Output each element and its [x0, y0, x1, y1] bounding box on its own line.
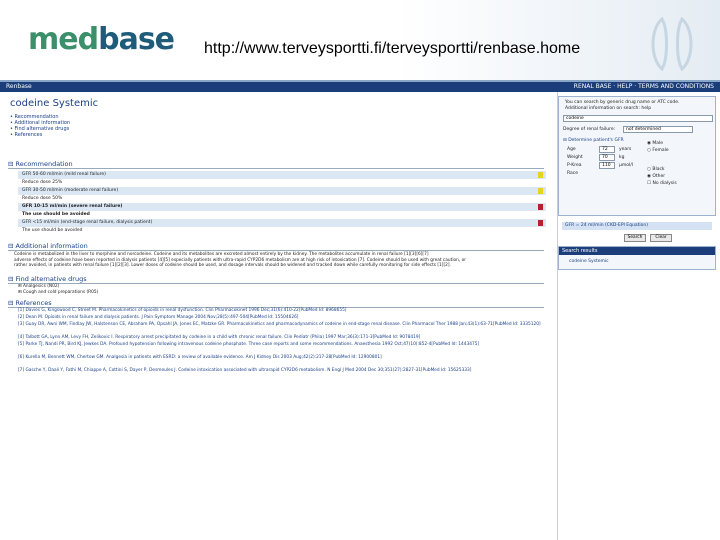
determine-gfr-link[interactable]: ⊟ Determine patient's GFR: [563, 138, 624, 143]
search-results-heading: Search results: [559, 247, 715, 255]
clear-button[interactable]: Clear: [650, 234, 672, 242]
search-results-panel: Search results codeine Systemic: [558, 246, 716, 270]
weight-label: Weight: [567, 155, 583, 160]
search-panel: You can search by generic drug name or A…: [558, 96, 716, 216]
search-intro: You can search by generic drug name or A…: [565, 100, 680, 105]
weight-unit: kg: [619, 155, 625, 160]
page-url: http://www.terveysportti.fi/terveysportt…: [204, 40, 581, 57]
recommendation-row-text: Reduce dose 25%: [22, 180, 63, 185]
age-unit: years: [619, 147, 632, 152]
reference-item: [3] Guay DR, Awni WM, Findlay JW, Halste…: [18, 322, 541, 327]
race-radio-black[interactable]: ○ Black: [647, 167, 665, 172]
recommendation-row-text: GFR 10-15 ml/min (severe renal failure): [22, 204, 123, 209]
recommendation-row: The use should be avoided: [18, 227, 546, 235]
reference-item: [6] Kurella M, Bennett WM, Chertow GM. A…: [18, 355, 382, 360]
recommendation-row: GFR 50-60 ml/min (mild renal failure): [18, 171, 546, 179]
main-content: codeine Systemic • Recommendation • Addi…: [0, 92, 558, 540]
weight-input[interactable]: 70: [599, 154, 615, 161]
app-screenshot: Renbase RENAL BASE · HELP · TERMS AND CO…: [0, 80, 720, 540]
additional-text: Codeine is metabolized in the liver to m…: [14, 252, 467, 268]
recommendation-row: Reduce dose 50%: [18, 195, 546, 203]
race-radio-other[interactable]: ◉ Other: [647, 174, 665, 179]
recommendation-row: GFR 10-15 ml/min (severe renal failure): [18, 203, 546, 211]
race-label: Race: [567, 171, 579, 176]
reference-item: [5] Parke TJ, Nandi PR, Bird KJ, Jewkes …: [18, 342, 480, 347]
creatinine-input[interactable]: 110: [599, 162, 615, 169]
logo-part-base: base: [98, 22, 175, 57]
section-alternatives-heading[interactable]: ⊟ Find alternative drugs: [8, 275, 544, 284]
section-additional-heading[interactable]: ⊟ Additional information: [8, 242, 544, 251]
yellow-severity-marker-icon: [538, 172, 543, 178]
alternatives-list: ⊞ Analgesics (N02) ⊞ Cough and cold prep…: [18, 284, 98, 295]
section-recommendation-heading[interactable]: ⊟ Recommendation: [8, 160, 544, 169]
degree-select[interactable]: not determined: [623, 126, 693, 133]
sex-radio-female[interactable]: ○ Female: [647, 148, 669, 153]
search-help-link[interactable]: Additional information on search: help: [565, 106, 651, 111]
presentation-slide: medbase http://www.terveysportti.fi/terv…: [0, 0, 720, 540]
recommendation-row: GFR <15 ml/min (end-stage renal failure,…: [18, 219, 546, 227]
gfr-result: GFR = 24 ml/min (CKD-EPI Equation): [562, 222, 712, 230]
recommendation-row-text: The use should be avoided: [22, 228, 83, 233]
recommendation-row: GFR 30-50 ml/min (moderate renal failure…: [18, 187, 546, 195]
age-input[interactable]: 72: [599, 146, 615, 153]
creatinine-unit: µmol/l: [619, 163, 634, 168]
medbase-logo: medbase: [28, 22, 175, 57]
drug-search-input[interactable]: codeine: [563, 115, 713, 122]
slide-header: medbase http://www.terveysportti.fi/terv…: [0, 0, 720, 80]
page-title: codeine Systemic: [10, 98, 99, 109]
app-titlebar: Renbase RENAL BASE · HELP · TERMS AND CO…: [0, 82, 720, 92]
table-of-contents: • Recommendation • Additional informatio…: [10, 114, 70, 138]
reference-item: [4] Talbott GA, Lynn AM, Levy FH, Zeliko…: [18, 335, 421, 340]
red-severity-marker-icon: [538, 220, 543, 226]
toc-item[interactable]: • References: [10, 132, 70, 138]
yellow-severity-marker-icon: [538, 188, 543, 194]
recommendation-row-text: The use should be avoided: [22, 212, 90, 217]
recommendation-table: GFR 50-60 ml/min (mild renal failure) Red…: [18, 171, 546, 235]
age-label: Age: [567, 147, 576, 152]
app-nav-links[interactable]: RENAL BASE · HELP · TERMS AND CONDITIONS: [574, 82, 714, 92]
kidney-decoration-icon: [651, 16, 693, 72]
section-references-heading[interactable]: ⊟ References: [8, 299, 544, 308]
alternative-link[interactable]: ⊞ Cough and cold preparations (R05): [18, 290, 98, 296]
recommendation-row: Reduce dose 25%: [18, 179, 546, 187]
recommendation-row-text: Reduce dose 50%: [22, 196, 63, 201]
reference-item: [7] Gasche Y, Daali Y, Fathi M, Chiappe …: [18, 368, 472, 373]
recommendation-row-text: GFR 50-60 ml/min (mild renal failure): [22, 172, 106, 177]
search-result-item[interactable]: codeine Systemic: [569, 259, 609, 264]
recommendation-row-text: GFR <15 ml/min (end-stage renal failure,…: [22, 220, 153, 225]
app-brand: Renbase: [6, 83, 32, 90]
search-sidebar: You can search by generic drug name or A…: [558, 92, 720, 540]
degree-label: Degree of renal failure:: [563, 127, 616, 132]
red-severity-marker-icon: [538, 204, 543, 210]
reference-item: [1] Davies G, Kingswood C, Street M. Pha…: [18, 308, 347, 313]
logo-part-med: med: [28, 22, 99, 57]
dialysis-checkbox[interactable]: ☐ No dialysis: [647, 181, 677, 186]
creatinine-label: P-Krea: [567, 163, 582, 168]
reference-item: [2] Dean M. Opioids in renal failure and…: [18, 315, 299, 320]
sex-radio-male[interactable]: ◉ Male: [647, 141, 663, 146]
recommendation-row-text: GFR 30-50 ml/min (moderate renal failure…: [22, 188, 119, 193]
search-button[interactable]: Search: [624, 234, 646, 242]
recommendation-row: The use should be avoided: [18, 211, 546, 219]
